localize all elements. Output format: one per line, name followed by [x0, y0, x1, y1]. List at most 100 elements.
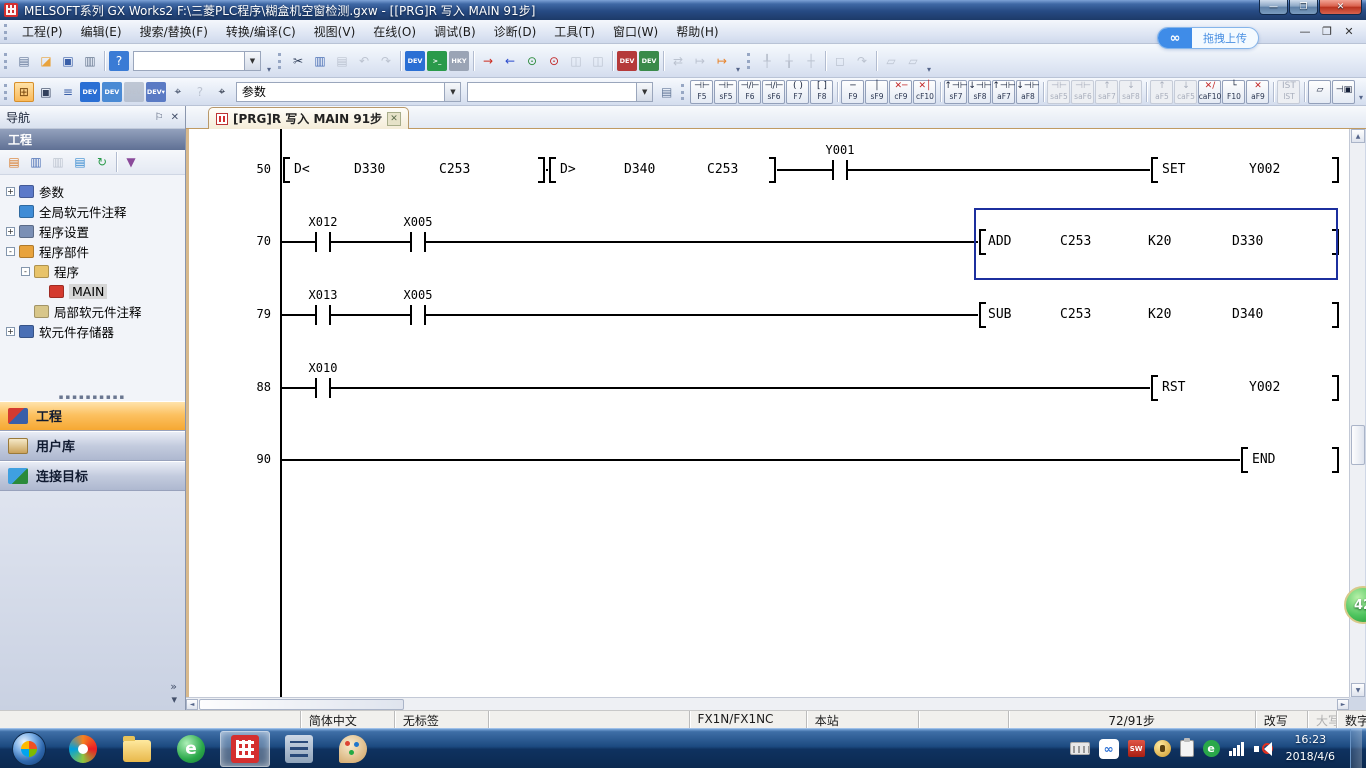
device-test-icon[interactable]: ⊣▣: [1332, 80, 1355, 104]
contact-X005[interactable]: [410, 232, 426, 252]
clipboard-tray-icon[interactable]: [1180, 740, 1194, 757]
solidworks-tray-icon[interactable]: SW: [1128, 740, 1145, 757]
paint-icon[interactable]: [328, 731, 378, 767]
operand-C253[interactable]: C253: [437, 162, 472, 177]
speed-ball-overlay[interactable]: 42: [1344, 586, 1366, 630]
monitor-watch-icon[interactable]: ⊙: [522, 51, 542, 71]
ladder-symbol-aF8[interactable]: ↓⊣⊢aF8: [1016, 80, 1039, 104]
taskbar-clock[interactable]: 16:23 2018/4/6: [1280, 732, 1341, 765]
function-block-icon[interactable]: ▣: [36, 82, 56, 102]
ladder-symbol-aF7[interactable]: ↑⊣⊢aF7: [992, 80, 1015, 104]
hky-monitor-icon[interactable]: HKY: [449, 51, 469, 71]
browser-tray-icon[interactable]: e: [1203, 740, 1220, 757]
ladder-symbol-aF9[interactable]: ✕aF9: [1246, 80, 1269, 104]
gx-works2-taskbar-icon[interactable]: [220, 731, 270, 767]
mdi-restore-button[interactable]: ❐: [1320, 25, 1334, 38]
chevron-down-icon[interactable]: ▾: [171, 693, 177, 706]
mdi-close-button[interactable]: ✕: [1342, 25, 1356, 38]
chevron-more-icon[interactable]: »: [170, 680, 177, 693]
tab-main-program[interactable]: [PRG]R 写入 MAIN 91步 ✕: [208, 107, 409, 129]
copy-icon[interactable]: ▥: [310, 51, 330, 71]
print-icon[interactable]: ▥: [80, 51, 100, 71]
contact-X013[interactable]: [315, 305, 331, 325]
ladder-symbol-F6[interactable]: ⊣/⊢F6: [738, 80, 761, 104]
tree-item-program[interactable]: -程序: [0, 261, 185, 281]
menu-工程(P)[interactable]: 工程(P): [13, 22, 72, 42]
menu-诊断(D)[interactable]: 诊断(D): [485, 22, 546, 42]
ladder-symbol-sF7[interactable]: ↑⊣⊢sF7: [944, 80, 967, 104]
cross-ref-icon[interactable]: ⌖: [212, 82, 232, 102]
ladder-symbol-sF8[interactable]: ↓⊣⊢sF8: [968, 80, 991, 104]
operand-END[interactable]: END: [1250, 452, 1277, 467]
menu-编辑(E)[interactable]: 编辑(E): [72, 22, 131, 42]
operand-C253[interactable]: C253: [705, 162, 740, 177]
security-gold-tray-icon[interactable]: [1154, 740, 1171, 757]
tree-item-pou[interactable]: -程序部件: [0, 241, 185, 261]
tree-item-local-comment[interactable]: 局部软元件注释: [0, 301, 185, 321]
nav-copy-icon[interactable]: ▥: [26, 152, 46, 172]
scroll-left-icon[interactable]: ◄: [186, 699, 198, 710]
ladder-symbol-cF9[interactable]: ✕─cF9: [889, 80, 912, 104]
device-display-icon[interactable]: DEV: [405, 51, 425, 71]
operand-D>[interactable]: D>: [558, 162, 578, 177]
show-desktop-button[interactable]: [1350, 729, 1362, 768]
network-signal-icon[interactable]: [1229, 742, 1244, 756]
new-file-icon[interactable]: ▤: [14, 51, 34, 71]
start-button[interactable]: [4, 731, 54, 767]
contact-Y001[interactable]: [832, 160, 848, 180]
contact-X010[interactable]: [315, 378, 331, 398]
menu-窗口(W)[interactable]: 窗口(W): [604, 22, 667, 42]
operand-SET[interactable]: SET: [1160, 162, 1187, 177]
vscroll-thumb[interactable]: [1351, 425, 1365, 465]
menu-工具(T)[interactable]: 工具(T): [545, 22, 604, 42]
tree-item-program-setting[interactable]: +程序设置: [0, 221, 185, 241]
netdisk-upload-button[interactable]: ∞ 拖拽上传: [1157, 27, 1259, 49]
device-jump-icon[interactable]: ↦: [712, 51, 732, 71]
operand-D340[interactable]: D340: [622, 162, 657, 177]
browser-360-icon[interactable]: e: [166, 731, 216, 767]
ladder-symbol-F9[interactable]: ─F9: [841, 80, 864, 104]
device-monitor-2-icon[interactable]: DEV: [639, 51, 659, 71]
save-icon[interactable]: ▣: [58, 51, 78, 71]
cut-icon[interactable]: ✂: [288, 51, 308, 71]
mdi-minimize-button[interactable]: —: [1298, 25, 1312, 38]
device-combo[interactable]: ▼: [467, 82, 653, 102]
operand-D330[interactable]: D330: [352, 162, 387, 177]
operand-Y002[interactable]: Y002: [1247, 380, 1282, 395]
system-config-icon[interactable]: [274, 731, 324, 767]
sogou-icon[interactable]: [58, 731, 108, 767]
device-display-dd-icon[interactable]: DEV▾: [146, 82, 166, 102]
connection-destination-button[interactable]: 连接目标: [0, 461, 185, 491]
menu-转换/编译(C)[interactable]: 转换/编译(C): [217, 22, 305, 42]
nav-close-icon[interactable]: ✕: [171, 112, 179, 123]
menu-调试(B)[interactable]: 调试(B): [425, 22, 485, 42]
nav-new-icon[interactable]: ▤: [4, 152, 24, 172]
hscroll-thumb[interactable]: [199, 699, 404, 710]
operand-Y002[interactable]: Y002: [1247, 162, 1282, 177]
nav-copy-info-icon[interactable]: ▤: [70, 152, 90, 172]
ladder-symbol-sF9[interactable]: │sF9: [865, 80, 888, 104]
ladder-editor[interactable]: 50D<D330C253D>D340C253SETY002Y00170ADDC2…: [186, 129, 1349, 697]
tree-item-parameter[interactable]: +参数: [0, 181, 185, 201]
close-button[interactable]: ✕: [1319, 0, 1362, 15]
ladder-symbol-caF10[interactable]: ✕/caF10: [1198, 80, 1221, 104]
explorer-icon[interactable]: [112, 731, 162, 767]
nav-sort-icon[interactable]: ▼: [121, 152, 141, 172]
device-monitor-1-icon[interactable]: DEV: [617, 51, 637, 71]
minimize-button[interactable]: —: [1259, 0, 1288, 15]
ladder-symbol-F10[interactable]: └F10: [1222, 80, 1245, 104]
nav-refresh-icon[interactable]: ↻: [92, 152, 112, 172]
operand-D340[interactable]: D340: [1230, 307, 1265, 322]
operand-SUB[interactable]: SUB: [986, 307, 1013, 322]
ladder-symbol-sF5[interactable]: ⊣⊢sF5: [714, 80, 737, 104]
device-comment-icon[interactable]: DEV: [80, 82, 100, 102]
tree-item-global-comment[interactable]: 全局软元件注释: [0, 201, 185, 221]
ladder-symbol-F7[interactable]: ( )F7: [786, 80, 809, 104]
list-view-icon[interactable]: ≡: [58, 82, 78, 102]
netdisk-tray-icon[interactable]: ∞: [1099, 739, 1119, 759]
menu-视图(V)[interactable]: 视图(V): [305, 22, 365, 42]
menu-搜索/替换(F)[interactable]: 搜索/替换(F): [131, 22, 217, 42]
monitor-test-icon[interactable]: ⊙: [544, 51, 564, 71]
horizontal-scrollbar[interactable]: ◄ ►: [186, 697, 1349, 710]
ladder-symbol-sF6[interactable]: ⊣/⊢sF6: [762, 80, 785, 104]
